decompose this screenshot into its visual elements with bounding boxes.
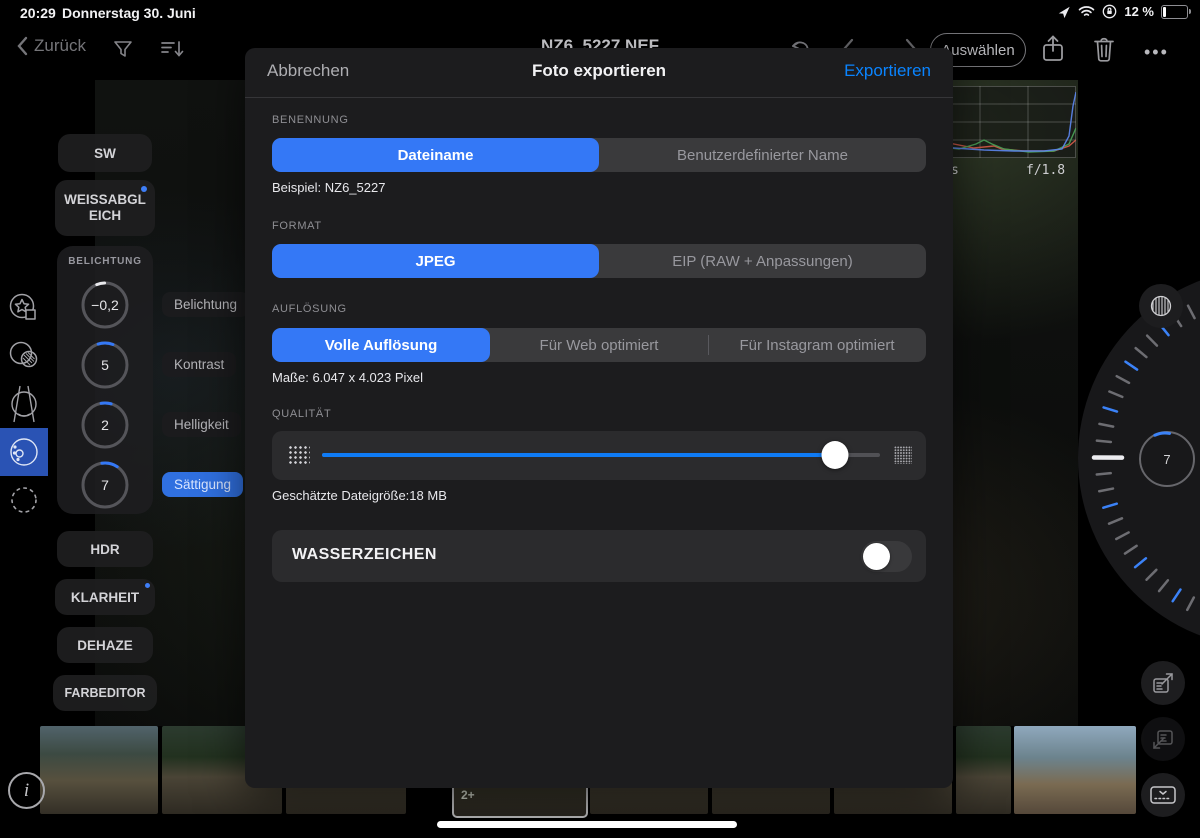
watermark-row: WASSERZEICHEN	[272, 530, 926, 582]
battery-percent: 12 %	[1124, 4, 1154, 19]
status-date: Donnerstag 30. Juni	[62, 5, 196, 21]
export-settings-button[interactable]	[1141, 661, 1185, 705]
adjustment-dial[interactable]: 7	[1139, 431, 1195, 487]
texture-tool-button[interactable]	[1139, 284, 1183, 328]
blend-circles-icon[interactable]	[0, 332, 48, 380]
saettigung-label[interactable]: Sättigung	[162, 472, 243, 497]
status-icons: 12 %	[1057, 4, 1188, 19]
filmstrip-thumbnail[interactable]	[40, 726, 158, 814]
app-screen: 20:29 Donnerstag 30. Juni 12 % Zurück	[0, 0, 1200, 838]
info-button[interactable]: i	[8, 772, 45, 809]
wifi-icon	[1078, 5, 1095, 18]
segment-eip[interactable]: EIP (RAW + Anpassungen)	[599, 244, 926, 278]
klarheit-active-dot	[145, 583, 150, 588]
klarheit-button[interactable]: KLARHEIT	[55, 579, 155, 615]
orientation-lock-icon	[1102, 4, 1117, 19]
belichtung-panel-title: BELICHTUNG	[57, 256, 153, 267]
helligkeit-label[interactable]: Helligkeit	[162, 412, 241, 437]
format-segmented-control: JPEG EIP (RAW + Anpassungen)	[272, 244, 926, 278]
battery-icon	[1161, 5, 1188, 19]
dehaze-button[interactable]: DEHAZE	[57, 627, 153, 663]
dialog-header: Abbrechen Foto exportieren Exportieren	[245, 48, 953, 98]
dimensions-hint: Maße: 6.047 x 4.023 Pixel	[272, 370, 423, 385]
lens-blur-icon[interactable]	[0, 380, 48, 428]
tool-rail	[0, 284, 48, 524]
quality-slider[interactable]	[322, 453, 880, 457]
segment-jpeg[interactable]: JPEG	[272, 244, 599, 278]
watermark-toggle[interactable]	[861, 541, 912, 572]
quality-slider-fill	[322, 453, 835, 457]
export-button[interactable]: Exportieren	[844, 61, 931, 81]
quality-high-icon	[894, 446, 912, 464]
aufloesung-section-label: AUFLÖSUNG	[272, 303, 347, 315]
weissabgleich-button[interactable]: WEISSABGLEICH	[55, 180, 155, 236]
naming-segmented-control: Dateiname Benutzerdefinierter Name	[272, 138, 926, 172]
benennung-section-label: BENENNUNG	[272, 114, 349, 126]
segment-volle-aufloesung[interactable]: Volle Auflösung	[272, 328, 490, 362]
quality-slider-knob[interactable]	[822, 441, 849, 469]
saettigung-dial-value: 7	[80, 460, 130, 510]
kontrast-dial-value: 5	[80, 340, 130, 390]
belichtung-dial-value: −0,2	[80, 280, 130, 330]
belichtung-label[interactable]: Belichtung	[162, 292, 249, 317]
kontrast-label[interactable]: Kontrast	[162, 352, 236, 377]
format-section-label: FORMAT	[272, 220, 322, 232]
helligkeit-dial[interactable]: 2	[80, 400, 130, 450]
segment-divider	[708, 335, 709, 355]
watermark-label: WASSERZEICHEN	[292, 546, 437, 564]
sw-label: SW	[94, 146, 116, 161]
clock: 20:29	[20, 5, 56, 21]
naming-example-hint: Beispiel: NZ6_5227	[272, 180, 385, 195]
more-icon[interactable]: •••	[1144, 42, 1169, 63]
segment-instagram-optimiert[interactable]: Für Instagram optimiert	[708, 328, 926, 362]
toggle-knob	[863, 543, 890, 570]
qualitaet-section-label: QUALITÄT	[272, 408, 331, 420]
effects-star-icon[interactable]	[0, 284, 48, 332]
hide-panel-button[interactable]	[1141, 773, 1185, 817]
belichtung-panel: BELICHTUNG −0,2 5 2 7	[57, 246, 153, 514]
radial-filter-icon[interactable]	[0, 428, 48, 476]
sw-button[interactable]: SW	[58, 134, 152, 172]
export-dialog: Abbrechen Foto exportieren Exportieren B…	[245, 48, 953, 788]
stack-count-badge: 2+	[461, 788, 475, 802]
filmstrip-thumbnail[interactable]	[956, 726, 1011, 814]
aperture-value: f/1.8	[1026, 163, 1065, 178]
helligkeit-dial-value: 2	[80, 400, 130, 450]
share-icon[interactable]	[1040, 34, 1066, 64]
filesize-hint: Geschätzte Dateigröße:18 MB	[272, 488, 447, 503]
kontrast-dial[interactable]: 5	[80, 340, 130, 390]
hdr-button[interactable]: HDR	[57, 531, 153, 567]
segment-web-optimiert[interactable]: Für Web optimiert	[490, 328, 708, 362]
location-icon	[1057, 5, 1071, 19]
status-bar: 20:29 Donnerstag 30. Juni 12 %	[0, 0, 1200, 26]
farbeditor-button[interactable]: FARBEDITOR	[53, 675, 157, 711]
segment-dateiname[interactable]: Dateiname	[272, 138, 599, 172]
weissabgleich-label: WEISSABGLEICH	[63, 192, 147, 224]
filmstrip-thumbnail[interactable]	[1014, 726, 1136, 814]
quality-slider-row	[272, 431, 926, 480]
resolution-segmented-control: Volle Auflösung Für Web optimiert Für In…	[272, 328, 926, 362]
saettigung-dial[interactable]: 7	[80, 460, 130, 510]
dashed-circle-icon[interactable]	[0, 476, 48, 524]
weissabgleich-active-dot	[141, 186, 147, 192]
home-indicator[interactable]	[437, 821, 737, 828]
segment-benutzerdefinierter-name[interactable]: Benutzerdefinierter Name	[599, 138, 926, 172]
import-settings-button[interactable]	[1141, 717, 1185, 761]
belichtung-dial[interactable]: −0,2	[80, 280, 130, 330]
trash-icon[interactable]	[1092, 35, 1116, 62]
quality-low-icon	[288, 445, 310, 466]
